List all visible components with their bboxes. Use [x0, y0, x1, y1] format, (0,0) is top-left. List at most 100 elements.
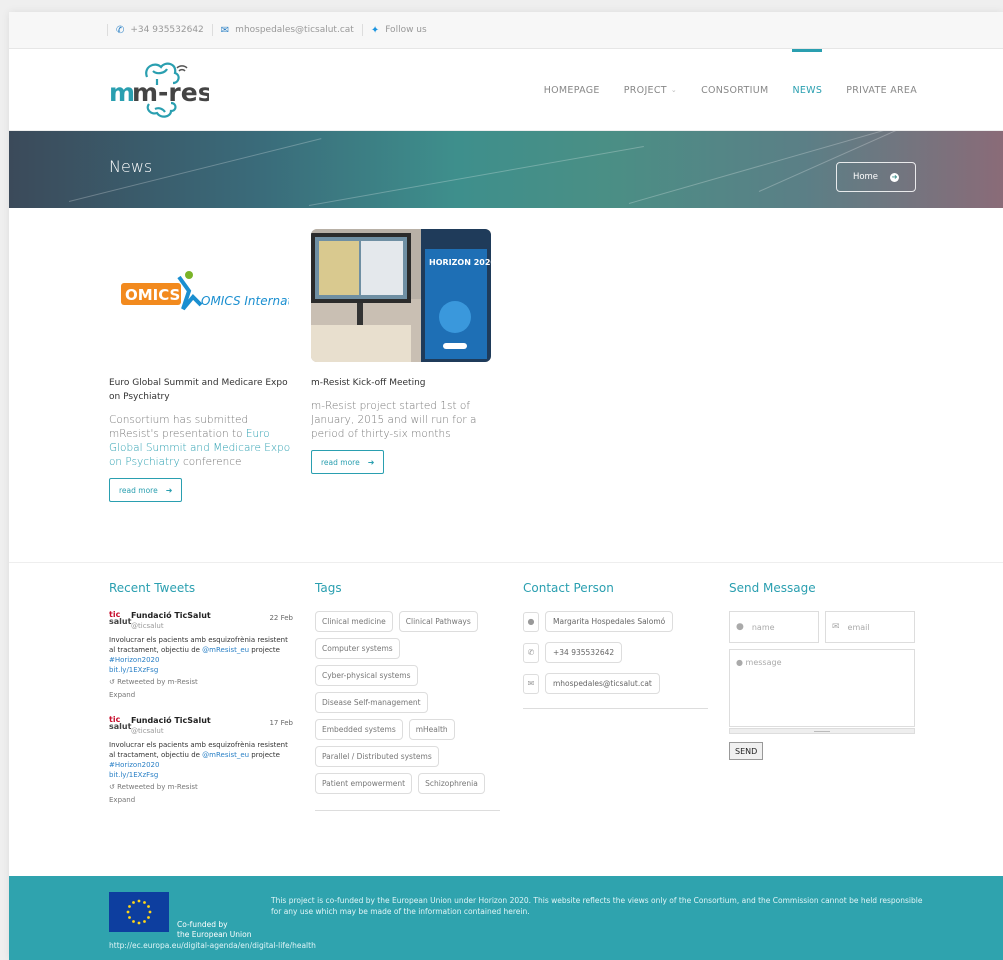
tweet-link[interactable]: bit.ly/1EXzFsg — [109, 666, 158, 674]
home-button[interactable]: Home ➜ — [836, 162, 916, 192]
nav-private-area[interactable]: PRIVATE AREA — [846, 49, 917, 131]
tag-cyber-physical-systems[interactable]: Cyber-physical systems — [315, 665, 418, 686]
svg-text:OMICS: OMICS — [125, 286, 180, 304]
topbar-follow[interactable]: ✦ Follow us — [361, 24, 435, 36]
tweet: tic salut Fundació TicSalut @ticsalut 22 … — [109, 611, 293, 700]
eu-link[interactable]: http://ec.europa.eu/digital-agenda/en/di… — [109, 941, 316, 950]
read-more-button[interactable]: read more ➜ — [311, 450, 385, 474]
topbar-phone[interactable]: ✆ +34 935532642 — [107, 24, 212, 36]
email-input[interactable]: ✉ email — [825, 611, 915, 643]
send-message-widget: Send Message ● name ✉ email ● message SE… — [729, 581, 915, 760]
contact-email[interactable]: mhospedales@ticsalut.cat — [545, 673, 660, 694]
banner-decoration — [68, 138, 322, 202]
tweet-date[interactable]: 17 Feb — [269, 718, 293, 728]
tweet-mention[interactable]: @mResist_eu — [202, 751, 249, 759]
retweet-icon: ↺ — [109, 783, 115, 791]
envelope-icon: ✉ — [220, 24, 230, 36]
message-placeholder: message — [745, 658, 782, 667]
tweet-hashtag[interactable]: #Horizon2020 — [109, 656, 159, 664]
tweet-retweet-text: Retweeted by m-Resist — [117, 783, 198, 791]
tweet-expand[interactable]: Expand — [109, 690, 293, 700]
nav-homepage[interactable]: HOMEPAGE — [544, 49, 600, 131]
tweet-expand[interactable]: Expand — [109, 795, 293, 805]
page-title: News — [109, 157, 153, 176]
banner-decoration — [308, 145, 644, 206]
twitter-icon: ✦ — [370, 24, 380, 36]
envelope-icon: ✉ — [523, 673, 539, 694]
arrow-right-icon: ➜ — [165, 485, 173, 495]
news-image-kickoff[interactable]: HORIZON 2020 — [311, 229, 491, 362]
tags-widget: Tags Clinical medicine Clinical Pathways… — [315, 581, 500, 811]
tweet-link[interactable]: bit.ly/1EXzFsg — [109, 771, 158, 779]
news-excerpt: Consortium has submitted mResist's prese… — [109, 413, 297, 469]
phone-icon: ✆ — [523, 642, 539, 663]
tweet-author[interactable]: Fundació TicSalut — [131, 611, 211, 621]
ticsalut-avatar[interactable]: tic salut — [109, 611, 131, 626]
read-more-label: read more — [119, 485, 158, 495]
news-image-caption: HORIZON 2020 — [429, 258, 491, 267]
resize-handle[interactable] — [729, 728, 915, 734]
funding-disclaimer: This project is co-funded by the Europea… — [271, 896, 923, 916]
read-more-button[interactable]: read more ➜ — [109, 478, 183, 502]
nav-consortium[interactable]: CONSORTIUM — [701, 49, 768, 131]
tweet-author[interactable]: Fundació TicSalut — [131, 716, 211, 726]
tag-clinical-pathways[interactable]: Clinical Pathways — [398, 611, 478, 632]
tag-schizophrenia[interactable]: Schizophrenia — [418, 773, 485, 794]
contact-phone[interactable]: +34 935532642 — [545, 642, 623, 663]
tweet-handle[interactable]: @ticsalut — [131, 621, 211, 631]
tag-parallel-distributed-systems[interactable]: Parallel / Distributed systems — [315, 746, 439, 767]
tag-mhealth[interactable]: mHealth — [408, 719, 455, 740]
news-list: OMICS OMICS International Euro Global Su… — [109, 229, 499, 502]
tweet-text: projecte — [249, 751, 280, 759]
tweet-mention[interactable]: @mResist_eu — [202, 646, 249, 654]
ticsalut-avatar[interactable]: tic salut — [109, 716, 131, 731]
news-image-caption: OMICS International — [201, 294, 289, 308]
send-message-heading: Send Message — [729, 581, 816, 595]
news-title[interactable]: Euro Global Summit and Medicare Expo on … — [109, 376, 297, 404]
tag-disease-self-management[interactable]: Disease Self-management — [315, 692, 428, 713]
user-icon: ● — [736, 622, 744, 632]
nav-project[interactable]: PROJECT ⌄ — [624, 49, 677, 131]
tweet-retweet-text: Retweeted by m-Resist — [117, 678, 198, 686]
retweet-icon: ↺ — [109, 678, 115, 686]
news-excerpt: m-Resist project started 1st of January,… — [311, 399, 499, 441]
tweet-date[interactable]: 22 Feb — [269, 613, 293, 623]
tweet-header: tic salut Fundació TicSalut @ticsalut 22 … — [109, 611, 293, 631]
tweet-handle[interactable]: @ticsalut — [131, 726, 211, 736]
send-button[interactable]: SEND — [729, 742, 764, 760]
tag-clinical-medicine[interactable]: Clinical medicine — [315, 611, 393, 632]
contact-phone-row: ✆ +34 935532642 — [523, 642, 708, 663]
form-row: ● name ✉ email — [729, 611, 915, 643]
name-input[interactable]: ● name — [729, 611, 819, 643]
news-title[interactable]: m-Resist Kick-off Meeting — [311, 376, 499, 390]
nav-project-label: PROJECT — [623, 84, 667, 96]
phone-icon: ✆ — [116, 24, 125, 36]
tweet-hashtag[interactable]: #Horizon2020 — [109, 761, 159, 769]
cofund-label: Co-funded by the European Union — [177, 920, 251, 940]
m-resist-logo[interactable]: m m-resist — [109, 57, 209, 121]
nav-homepage-label: HOMEPAGE — [543, 84, 600, 96]
divider — [523, 708, 708, 709]
tag-embedded-systems[interactable]: Embedded systems — [315, 719, 403, 740]
arrow-right-icon: ➜ — [367, 457, 375, 467]
tweet-retweet-note: ↺ Retweeted by m-Resist — [109, 782, 293, 792]
contact-heading: Contact Person — [523, 581, 614, 595]
envelope-icon: ✉ — [832, 622, 840, 632]
footer-widgets: Recent Tweets tic salut Fundació TicSalut… — [9, 562, 1003, 852]
arrow-right-circle-icon: ➜ — [890, 172, 900, 182]
message-textarea[interactable]: ● message — [729, 649, 915, 727]
cofund-line: the European Union — [177, 930, 252, 939]
contact-email-row: ✉ mhospedales@ticsalut.cat — [523, 673, 708, 694]
news-image-omics[interactable]: OMICS OMICS International — [109, 229, 289, 362]
topbar-email[interactable]: ✉ mhospedales@ticsalut.cat — [211, 24, 362, 36]
name-placeholder: name — [751, 622, 775, 632]
nav-news[interactable]: NEWS — [792, 49, 822, 131]
topbar-email-text: mhospedales@ticsalut.cat — [235, 25, 354, 35]
eu-flag-icon — [109, 892, 169, 932]
tag-cloud: Clinical medicine Clinical Pathways Comp… — [315, 611, 500, 811]
tweet-text: projecte — [249, 646, 280, 654]
tag-computer-systems[interactable]: Computer systems — [315, 638, 400, 659]
topbar-follow-text: Follow us — [385, 25, 427, 35]
home-button-label: Home — [852, 172, 879, 182]
tag-patient-empowerment[interactable]: Patient empowerment — [315, 773, 413, 794]
